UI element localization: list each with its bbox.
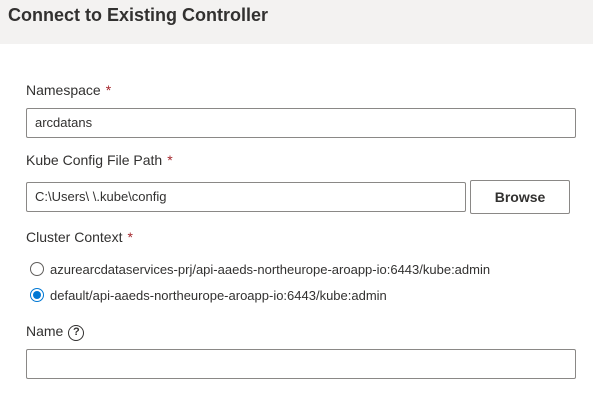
- cluster-context-option-label: azurearcdataservices-prj/api-aaeds-north…: [50, 261, 491, 277]
- cluster-context-label-text: Cluster Context: [26, 229, 123, 245]
- namespace-label-text: Namespace: [26, 82, 101, 98]
- kube-config-label: Kube Config File Path *: [26, 152, 173, 168]
- kube-config-required-mark: *: [167, 152, 173, 168]
- kube-config-label-text: Kube Config File Path: [26, 152, 163, 168]
- kube-config-path-input[interactable]: C:\Users\ \.kube\config: [26, 182, 466, 212]
- cluster-context-option-label: default/api-aaeds-northeurope-aroapp-io:…: [50, 287, 387, 303]
- namespace-input[interactable]: arcdatans: [26, 108, 576, 138]
- dialog-title: Connect to Existing Controller: [8, 5, 269, 25]
- name-label: Name?: [26, 323, 85, 341]
- question-circle-icon[interactable]: ?: [68, 325, 85, 341]
- browse-button[interactable]: Browse: [470, 180, 570, 214]
- radio-button-unchecked[interactable]: [30, 262, 44, 276]
- dialog-header: Connect to Existing Controller: [0, 0, 593, 44]
- name-input[interactable]: [26, 349, 576, 379]
- cluster-context-option-1[interactable]: default/api-aaeds-northeurope-aroapp-io:…: [30, 286, 387, 304]
- cluster-context-label: Cluster Context *: [26, 229, 133, 245]
- radio-button-checked[interactable]: [30, 288, 44, 302]
- namespace-label: Namespace *: [26, 82, 111, 98]
- namespace-required-mark: *: [105, 82, 112, 98]
- cluster-context-option-0[interactable]: azurearcdataservices-prj/api-aaeds-north…: [30, 260, 490, 278]
- cluster-context-required-mark: *: [127, 229, 133, 245]
- name-label-text: Name: [26, 323, 64, 339]
